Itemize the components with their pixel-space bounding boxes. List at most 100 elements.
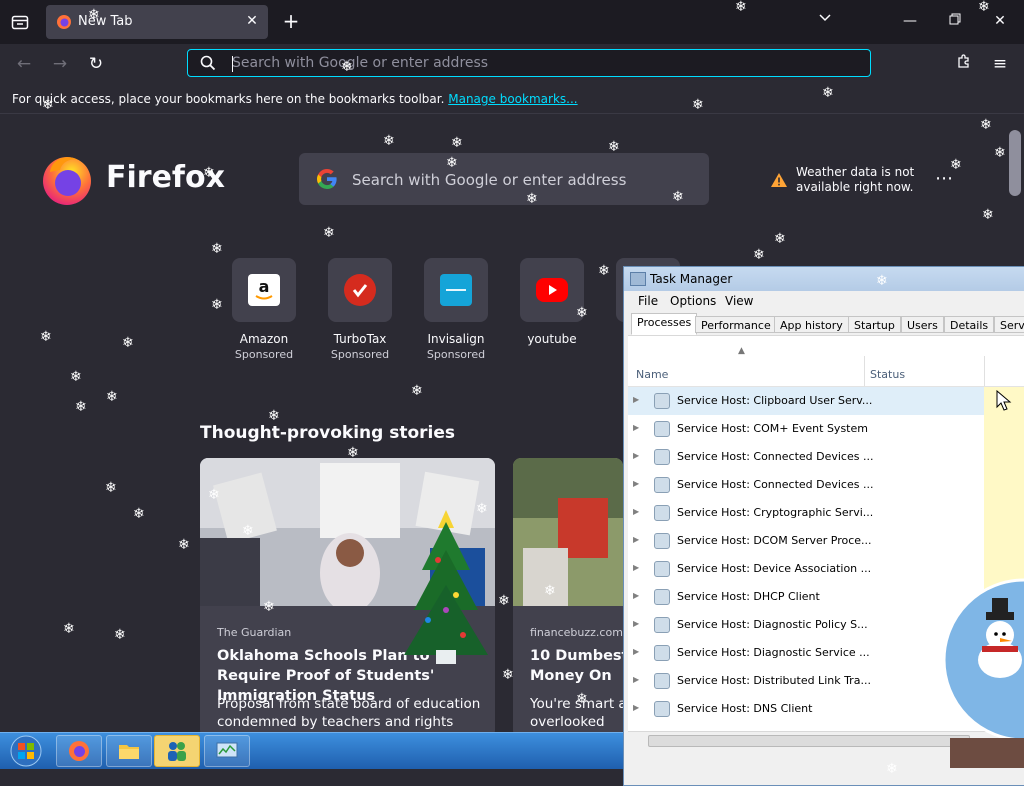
sponsored-label: Sponsored: [330, 348, 390, 361]
snowflake-icon: ❄: [347, 445, 359, 461]
firefox-logo-icon: [43, 157, 91, 205]
snowflake-icon: ❄: [786, 347, 798, 363]
snowflake-icon: ❄: [822, 85, 834, 101]
back-button[interactable]: ←: [10, 52, 38, 76]
column-name[interactable]: Name: [636, 368, 668, 381]
tab-details[interactable]: Details: [944, 316, 995, 333]
shortcut-tile[interactable]: a: [232, 258, 296, 322]
column-divider[interactable]: [984, 356, 985, 386]
tab-app-history[interactable]: App history: [774, 316, 849, 333]
restore-button[interactable]: [940, 10, 970, 32]
gear-icon: [654, 645, 670, 661]
scrollbar-thumb[interactable]: [648, 735, 970, 747]
tab-startup[interactable]: Startup: [848, 316, 901, 333]
column-divider[interactable]: [864, 356, 865, 386]
process-row[interactable]: ▶ Service Host: Diagnostic Policy S...: [628, 611, 984, 639]
start-orb-icon[interactable]: [6, 735, 46, 767]
story-title[interactable]: 10 Dumbest Things You Waste Money On: [530, 646, 623, 686]
process-row[interactable]: ▶ Service Host: Diagnostic Service ...: [628, 639, 984, 667]
process-row[interactable]: ▶ Service Host: Device Association ...: [628, 555, 984, 583]
shortcut-tile[interactable]: [328, 258, 392, 322]
tab-new-tab[interactable]: New Tab ✕: [46, 5, 268, 39]
menu-view[interactable]: View: [725, 294, 753, 308]
expand-arrow-icon[interactable]: ▶: [633, 647, 639, 656]
shortcut-amazon[interactable]: a Amazon Sponsored: [224, 258, 304, 361]
story-card[interactable]: financebuzz.com 10 Dumbest Things You Wa…: [513, 458, 623, 738]
expand-arrow-icon[interactable]: ▶: [633, 703, 639, 712]
expand-arrow-icon[interactable]: ▶: [633, 479, 639, 488]
shortcut-tile[interactable]: [424, 258, 488, 322]
shortcut-tile[interactable]: [520, 258, 584, 322]
people-app-icon: [168, 742, 186, 761]
menu-file[interactable]: File: [638, 294, 658, 308]
turbotax-icon: [344, 274, 376, 306]
firefox-view-button[interactable]: [6, 10, 34, 34]
gear-icon: [654, 393, 670, 409]
task-manager-menubar: File Options View: [624, 291, 1024, 311]
process-name: Service Host: Cryptographic Servi...: [677, 506, 874, 519]
tab-users[interactable]: Users: [901, 316, 944, 333]
process-row[interactable]: ▶ Service Host: Cryptographic Servi...: [628, 499, 984, 527]
manage-bookmarks-link[interactable]: Manage bookmarks...: [448, 92, 577, 106]
forward-button[interactable]: →: [46, 52, 74, 76]
process-row[interactable]: ▶ Service Host: Connected Devices ...: [628, 443, 984, 471]
expand-arrow-icon[interactable]: ▶: [633, 591, 639, 600]
scrollbar-thumb[interactable]: [1009, 130, 1021, 196]
snowflake-icon: ❄: [502, 667, 514, 683]
process-row[interactable]: ▶ Service Host: COM+ Event System: [628, 415, 984, 443]
taskbar-explorer-button[interactable]: [106, 735, 152, 767]
tab-services[interactable]: Servi: [994, 316, 1024, 333]
story-excerpt: Proposal from state board of education c…: [217, 696, 481, 730]
task-manager-titlebar[interactable]: Task Manager: [624, 267, 1024, 291]
address-bar[interactable]: [187, 49, 871, 77]
expand-arrow-icon[interactable]: ▶: [633, 423, 639, 432]
taskbar-people-button[interactable]: [154, 735, 200, 767]
new-tab-button[interactable]: +: [280, 10, 302, 32]
snowflake-icon: ❄: [211, 241, 223, 257]
process-row[interactable]: ▶ Service Host: DCOM Server Proce...: [628, 527, 984, 555]
expand-arrow-icon[interactable]: ▶: [633, 619, 639, 628]
minimize-button[interactable]: —: [895, 10, 925, 32]
close-tab-icon[interactable]: ✕: [242, 11, 262, 31]
snowflake-icon: ❄: [341, 59, 353, 75]
tab-performance[interactable]: Performance: [695, 316, 777, 333]
extensions-button[interactable]: [950, 52, 978, 76]
menu-options[interactable]: Options: [670, 294, 716, 308]
tab-processes[interactable]: Processes: [631, 313, 698, 335]
process-row[interactable]: ▶ Service Host: Distributed Link Tra...: [628, 667, 984, 695]
process-row[interactable]: ▶ Service Host: Clipboard User Serv...: [628, 387, 984, 415]
process-name: Service Host: Device Association ...: [677, 562, 872, 575]
snowflake-icon: ❄: [114, 627, 126, 643]
gear-icon: [654, 505, 670, 521]
process-row[interactable]: ▶ Service Host: Connected Devices ...: [628, 471, 984, 499]
shortcut-turbotax[interactable]: TurboTax Sponsored: [320, 258, 400, 361]
process-row[interactable]: ▶ Service Host: DHCP Client: [628, 583, 984, 611]
taskbar-taskmanager-button[interactable]: [204, 735, 250, 767]
snowflake-icon: ❄: [598, 263, 610, 279]
snowflake-icon: ❄: [526, 191, 538, 207]
task-manager-title: Task Manager: [650, 272, 733, 286]
column-status[interactable]: Status: [870, 368, 905, 381]
taskbar-firefox-button[interactable]: [56, 735, 102, 767]
chevron-down-icon[interactable]: [814, 12, 836, 32]
snowflake-icon: ❄: [576, 305, 588, 321]
gear-icon: [654, 673, 670, 689]
app-menu-button[interactable]: ≡: [986, 52, 1014, 76]
expand-arrow-icon[interactable]: ▶: [633, 563, 639, 572]
expand-arrow-icon[interactable]: ▶: [633, 507, 639, 516]
expand-arrow-icon[interactable]: ▶: [633, 675, 639, 684]
snowflake-icon: ❄: [263, 599, 275, 615]
shortcut-invisalign[interactable]: Invisalign Sponsored: [416, 258, 496, 361]
expand-arrow-icon[interactable]: ▶: [633, 395, 639, 404]
address-input[interactable]: [232, 53, 852, 73]
snowflake-icon: ❄: [88, 7, 100, 23]
text-caret: [232, 56, 233, 72]
expand-arrow-icon[interactable]: ▶: [633, 535, 639, 544]
snowflake-icon: ❄: [576, 691, 588, 707]
shortcut-youtube[interactable]: youtube: [512, 258, 592, 346]
sponsored-label: Sponsored: [234, 348, 294, 361]
expand-arrow-icon[interactable]: ▶: [633, 451, 639, 460]
newtab-search-box[interactable]: Search with Google or enter address: [299, 153, 709, 205]
process-row[interactable]: ▶ Service Host: DNS Client: [628, 695, 984, 723]
reload-button[interactable]: ↻: [82, 52, 110, 76]
